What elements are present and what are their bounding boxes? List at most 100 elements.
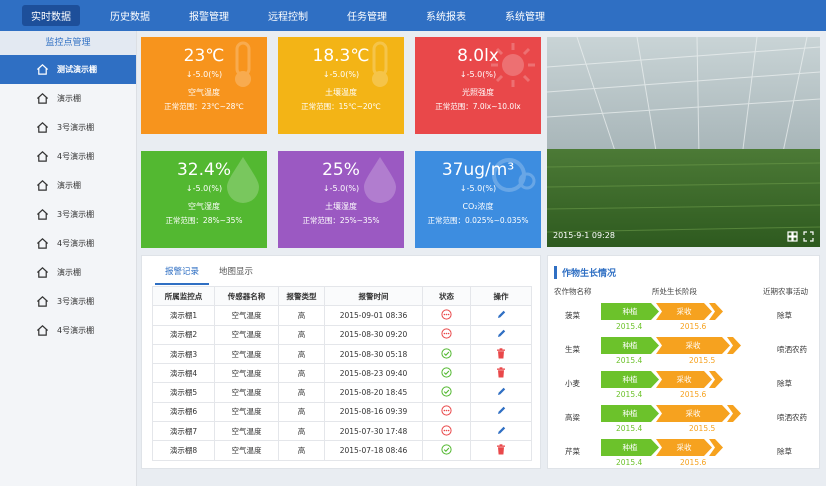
cell-status [422, 343, 471, 365]
pending-status-icon [441, 405, 452, 417]
cell-status [422, 324, 471, 345]
cell-action [470, 363, 532, 384]
table-row: 演示棚5 空气温度高 2015-08-20 18:45 [152, 382, 532, 403]
sidebar-title: 监控点管理 [0, 31, 136, 55]
sidebar-item[interactable]: 演示棚 [0, 84, 136, 113]
cell-time: 2015-08-23 09:40 [324, 363, 423, 384]
cell-type: 高 [278, 440, 325, 461]
sidebar-item[interactable]: 3号演示棚 [0, 200, 136, 229]
edit-icon[interactable] [496, 405, 507, 416]
cell-sensor: 空气温度 [214, 363, 279, 384]
harvest-date: 2015.5 [689, 424, 716, 433]
table-row: 演示棚4 空气温度高 2015-08-23 09:40 [152, 363, 532, 384]
harvest-date: 2015.6 [680, 322, 707, 331]
soil-humidity-card: 25% ↓-5.0(%) 土壤湿度 正常范围：25%~35% [278, 151, 404, 248]
col-point: 所属监控点 [152, 285, 215, 307]
home-icon [36, 325, 49, 336]
cell-point: 演示棚6 [152, 401, 215, 423]
cell-action [470, 382, 532, 403]
edit-icon[interactable] [496, 328, 507, 339]
edit-icon[interactable] [496, 386, 507, 397]
cell-sensor: 空气温度 [214, 421, 279, 442]
stage-harvest: 采收 [656, 439, 712, 456]
co2-label: CO₂浓度 [462, 202, 494, 211]
top-nav: 实时数据 历史数据 报警管理 远程控制 任务管理 系统报表 系统管理 [0, 0, 826, 31]
nav-task[interactable]: 任务管理 [338, 5, 396, 26]
alarm-table: 所属监控点 传感器名称 报警类型 报警时间 状态 操作 演示棚1 空气温度高 201… [152, 285, 532, 461]
soil-humidity-range: 正常范围：25%~35% [302, 216, 380, 225]
sidebar-item[interactable]: 4号演示棚 [0, 229, 136, 258]
growth-header-crop: 农作物名称 [554, 287, 592, 296]
sidebar-item[interactable]: 测试演示棚 [0, 55, 136, 84]
recent-activity: 喷洒农药 [777, 413, 807, 422]
delete-icon[interactable] [496, 444, 506, 455]
sidebar-item[interactable]: 演示棚 [0, 258, 136, 287]
cell-sensor: 空气温度 [214, 305, 279, 326]
nav-alarm[interactable]: 报警管理 [180, 5, 238, 26]
grid-view-icon[interactable] [787, 231, 798, 242]
crop-name: 生菜 [565, 345, 580, 354]
cell-time: 2015-07-18 08:46 [324, 440, 423, 461]
sidebar-item[interactable]: 演示棚 [0, 171, 136, 200]
cell-status [422, 401, 471, 423]
cell-status [422, 421, 471, 442]
crop-name: 菠菜 [565, 311, 580, 320]
delete-icon[interactable] [496, 347, 506, 359]
cell-sensor: 空气温度 [214, 324, 279, 345]
sidebar-list: 测试演示棚 演示棚 3号演示棚 4号演示棚 演示棚 3号演示棚 4号演示棚 演示棚 3号演示棚 4… [0, 55, 136, 345]
light-range: 正常范围：7.0lx~10.0lx [435, 102, 521, 111]
cell-type: 高 [278, 343, 325, 365]
sidebar-item-label: 演示棚 [57, 94, 81, 103]
cell-point: 演示棚5 [152, 382, 215, 403]
growth-header-activity: 近期农事活动 [763, 287, 808, 296]
sidebar-item[interactable]: 3号演示棚 [0, 287, 136, 316]
home-icon [36, 180, 49, 191]
air-temp-card: 23℃ ↓-5.0(%) 空气温度 正常范围：23℃~28℃ [141, 37, 267, 134]
planting-date: 2015.4 [616, 390, 643, 399]
planting-date: 2015.4 [616, 424, 643, 433]
fullscreen-icon[interactable] [803, 231, 814, 242]
sidebar-item-label: 3号演示棚 [57, 123, 95, 132]
greenhouse-camera-view[interactable]: 2015-9-1 09:28 [547, 37, 820, 247]
cell-action [470, 421, 532, 442]
edit-icon[interactable] [496, 425, 507, 436]
nav-history[interactable]: 历史数据 [101, 5, 159, 26]
crop-name: 小麦 [565, 379, 580, 388]
home-icon [36, 209, 49, 220]
cell-time: 2015-08-30 05:18 [324, 343, 423, 365]
alarm-tabs: 报警记录 地图显示 [155, 262, 263, 285]
air-humidity-range: 正常范围：28%~35% [165, 216, 243, 225]
planting-date: 2015.4 [616, 356, 643, 365]
soil-temp-range: 正常范围：15℃~20℃ [301, 102, 381, 111]
sidebar-item[interactable]: 3号演示棚 [0, 113, 136, 142]
crop-name: 高粱 [565, 413, 580, 422]
nav-remote[interactable]: 远程控制 [259, 5, 317, 26]
growth-row: 菠菜 种植 采收 2015.4 2015.6 除草 [548, 303, 821, 337]
col-status: 状态 [422, 285, 471, 307]
sidebar-item-label: 4号演示棚 [57, 326, 95, 335]
alarm-table-body: 演示棚1 空气温度高 2015-09-01 08:36 演示棚2 空气温度高 2015-0… [152, 305, 532, 461]
cell-time: 2015-08-16 09:39 [324, 401, 423, 423]
co2-card: 37ug/m³ ↓-5.0(%) CO₂浓度 正常范围：0.025%~0.035… [415, 151, 541, 248]
done-status-icon [441, 347, 452, 359]
cell-sensor: 空气温度 [214, 440, 279, 461]
harvest-date: 2015.6 [680, 458, 707, 467]
pending-status-icon [441, 425, 452, 436]
harvest-date: 2015.6 [680, 390, 707, 399]
home-icon [36, 122, 49, 133]
harvest-date: 2015.5 [689, 356, 716, 365]
growth-row: 小麦 种植 采收 2015.4 2015.6 除草 [548, 371, 821, 405]
nav-system[interactable]: 系统管理 [496, 5, 554, 26]
cell-action [470, 401, 532, 423]
sidebar-item[interactable]: 4号演示棚 [0, 316, 136, 345]
tab-alarm-records[interactable]: 报警记录 [155, 262, 210, 285]
nav-report[interactable]: 系统报表 [417, 5, 475, 26]
pending-status-icon [441, 328, 452, 339]
nav-realtime[interactable]: 实时数据 [22, 5, 80, 26]
home-icon [36, 296, 49, 307]
edit-icon[interactable] [496, 309, 507, 320]
cell-time: 2015-08-20 18:45 [324, 382, 423, 403]
delete-icon[interactable] [496, 367, 506, 378]
sidebar-item[interactable]: 4号演示棚 [0, 142, 136, 171]
tab-map-view[interactable]: 地图显示 [209, 262, 263, 285]
